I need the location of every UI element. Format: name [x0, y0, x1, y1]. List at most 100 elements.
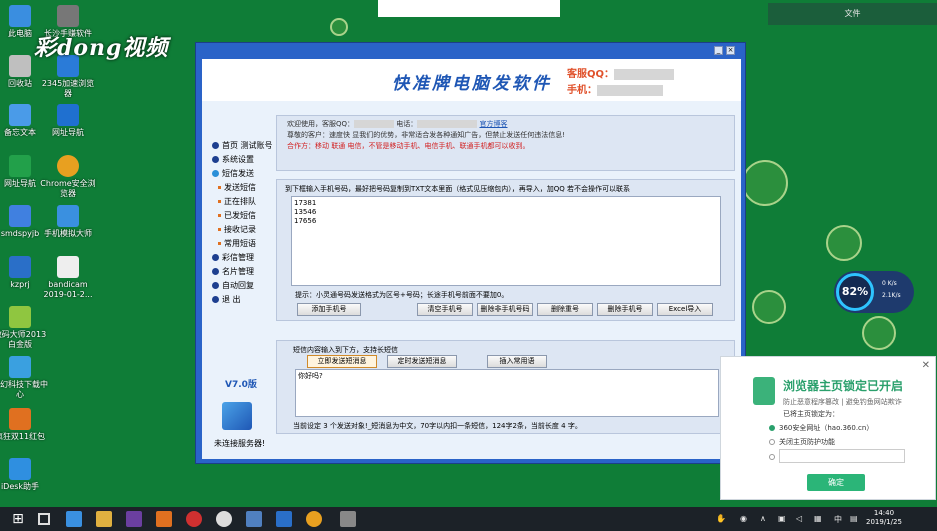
task-view-icon[interactable] [38, 513, 50, 525]
server-status: 未连接服务器! [214, 439, 266, 448]
desktop-icon-code-master[interactable]: 教码大师2013白金版 [0, 306, 48, 350]
message-title: 短信内容输入到下方，支持长短信 [293, 346, 398, 354]
sms-app-window: _ × 快准牌电脑发软件 客服QQ： 手机： 首页 测试账号 系统设置 短信发送… [195, 42, 746, 464]
close-button[interactable]: × [726, 46, 735, 55]
nav-exit[interactable]: 退 出 [210, 293, 270, 307]
nav-sent[interactable]: 已发短信 [210, 209, 270, 223]
nav-phrases[interactable]: 常用短语 [210, 237, 270, 251]
desktop-icon-chrome[interactable]: Chrome安全浏览器 [40, 155, 96, 199]
notes-icon [9, 104, 31, 126]
option-custom[interactable] [769, 453, 779, 461]
gift-icon [9, 408, 31, 430]
tray-icon[interactable]: ◉ [740, 514, 747, 523]
premiere-icon[interactable] [126, 511, 142, 527]
close-icon[interactable]: ✕ [922, 360, 930, 371]
nav-settings[interactable]: 系统设置 [210, 153, 270, 167]
phone-icon [57, 205, 79, 227]
nav-send-sms[interactable]: 发送短信 [210, 181, 270, 195]
remove-non-mobile-button[interactable]: 删除非手机号码 [477, 303, 533, 316]
ime-indicator[interactable]: 中 [834, 514, 842, 525]
record-icon[interactable] [186, 511, 202, 527]
phone-numbers-textarea[interactable]: 17381 13546 17656 [291, 196, 721, 286]
computer-icon [9, 5, 31, 27]
popup-current-label: 已将主页锁定为： [783, 410, 839, 418]
lock-icon [753, 377, 775, 405]
add-number-button[interactable]: 添加手机号 [297, 303, 361, 316]
user-icon[interactable]: ✋ [716, 514, 726, 523]
radio-icon [769, 425, 775, 431]
numbers-hint: 提示：小灵通号码发送格式为区号+号码；长途手机号前面不要加0。 [295, 291, 509, 299]
desktop-icon-emulator[interactable]: 手机模拟大师 [40, 205, 96, 239]
app-icon[interactable] [276, 511, 292, 527]
nav-queue[interactable]: 正在排队 [210, 195, 270, 209]
blog-link[interactable]: 官方博客 [480, 120, 508, 128]
scheduled-send-button[interactable]: 定时发送短消息 [387, 355, 457, 368]
send-now-button[interactable]: 立即发送短消息 [307, 355, 377, 368]
cart-icon [752, 290, 786, 324]
desktop-icon-nav[interactable]: 网址导航 [40, 104, 96, 138]
message-textarea[interactable]: 你好吗? [295, 369, 719, 417]
minimize-button[interactable]: _ [714, 46, 723, 55]
notification-icon[interactable]: ▤ [850, 514, 858, 523]
desktop-icon-download-center[interactable]: 梦幻科技下载中心 [0, 356, 48, 400]
excel-import-button[interactable]: Excel导入 [657, 303, 713, 316]
taskbar: ⊞ ✋ ◉ ∧ ▣ ◁ ▦ 中 ▤ 14:40 2019/1/25 [0, 507, 937, 531]
app-icon [9, 306, 31, 328]
watermark: 彩dong视频 [34, 35, 169, 61]
nav-mms[interactable]: 彩信管理 [210, 251, 270, 265]
desktop-icon-bandicam[interactable]: bandicam 2019-01-2... [40, 256, 96, 300]
app-icon [9, 256, 31, 278]
sms-app-icon[interactable] [340, 511, 356, 527]
notice-line-3: 合作方：移动 联通 电信，不管是移动手机、电信手机、联通手机都可以收到。 [287, 142, 530, 150]
notice-line-2: 尊敬的客户：速度快 显我们的优势，非常适合发各种通知广告，但禁止发送任何违法信息… [287, 131, 566, 139]
desktop-icon-idesk[interactable]: iDesk助手 [0, 458, 48, 492]
folder-icon[interactable] [96, 511, 112, 527]
custom-homepage-input[interactable] [779, 449, 905, 463]
start-icon[interactable]: ⊞ [10, 511, 26, 527]
remove-duplicates-button[interactable]: 删除重号 [537, 303, 593, 316]
nav-auto-reply[interactable]: 自动回复 [210, 279, 270, 293]
version-label: V7.0版 [225, 380, 257, 390]
radio-icon [769, 439, 775, 445]
service-qq: 客服QQ： [567, 65, 675, 80]
upload-speed: 0 K/s [882, 280, 897, 287]
chrome-icon[interactable] [306, 511, 322, 527]
top-bar [378, 0, 560, 17]
confirm-button[interactable]: 确定 [807, 474, 865, 491]
clock[interactable]: 14:40 2019/1/25 [866, 509, 902, 527]
app-icon [57, 5, 79, 27]
cpu-percent: 82% [836, 273, 874, 311]
tag-icon [826, 225, 862, 261]
option-disable[interactable]: 关闭主页防护功能 [769, 437, 835, 447]
nav-send-sms-group[interactable]: 短信发送 [210, 167, 270, 181]
edge-icon[interactable] [66, 511, 82, 527]
app-icon[interactable] [156, 511, 172, 527]
keyboard-icon[interactable]: ▦ [814, 514, 822, 523]
tray-icon[interactable]: ▣ [778, 514, 786, 523]
nav-home[interactable]: 首页 测试账号 [210, 139, 273, 153]
numbers-panel: 到下框输入手机号码，最好把号码复制到TXT文本里面（格式见压缩包内），再导入，加… [276, 179, 735, 321]
network-speed-widget[interactable]: 82% 0 K/s 2.1K/s [834, 271, 914, 313]
nav-cards[interactable]: 名片管理 [210, 265, 270, 279]
delete-number-button[interactable]: 删除手机号 [597, 303, 653, 316]
leaf-icon [862, 316, 896, 350]
server-icon [222, 402, 252, 430]
app-icon[interactable] [246, 511, 262, 527]
chevron-up-icon[interactable]: ∧ [760, 514, 766, 523]
video-file-icon [57, 256, 79, 278]
volume-icon[interactable]: ◁ [796, 514, 802, 523]
sidebar-nav: 首页 测试账号 系统设置 短信发送 发送短信 正在排队 已发短信 接收记录 常用… [210, 139, 273, 307]
app-icon[interactable] [216, 511, 232, 527]
nav-received[interactable]: 接收记录 [210, 223, 270, 237]
clear-numbers-button[interactable]: 清空手机号 [417, 303, 473, 316]
app-title: 快准牌电脑发软件 [392, 74, 552, 94]
message-panel: 短信内容输入到下方，支持长短信 立即发送短消息 定时发送短消息 插入常用语 你好… [276, 340, 735, 434]
file-bar[interactable]: 文件 [768, 3, 937, 25]
globe-icon [330, 18, 348, 36]
app-icon [9, 205, 31, 227]
desktop-icon-red-packet[interactable]: 疯狂双11红包 [0, 408, 48, 442]
insert-phrase-button[interactable]: 插入常用语 [487, 355, 547, 368]
recycle-bin-icon [9, 55, 31, 77]
ie-icon [57, 104, 79, 126]
option-360[interactable]: 360安全网址（hao.360.cn） [769, 423, 873, 433]
